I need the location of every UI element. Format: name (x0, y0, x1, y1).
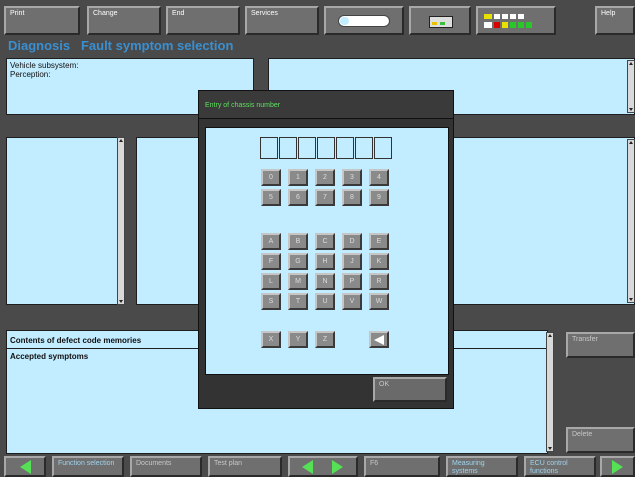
ok-label: OK (379, 381, 390, 388)
dialog-body: 01234 56789 ABCDE FGHJK LMNPR STUVW XYZ (205, 127, 449, 375)
key-x[interactable]: X (261, 331, 281, 348)
key-u[interactable]: U (315, 293, 335, 310)
page-next-icon (332, 460, 343, 474)
key-d[interactable]: D (342, 233, 362, 250)
signal-status-button[interactable] (476, 6, 556, 35)
key-3[interactable]: 3 (342, 169, 362, 186)
page-title: Diagnosis Fault symptom selection (8, 38, 234, 53)
key-f[interactable]: F (261, 253, 281, 270)
transfer-label: Transfer (572, 336, 598, 343)
delete-label: Delete (572, 431, 593, 438)
key-p[interactable]: P (342, 273, 362, 290)
test-plan-label: Test plan (214, 460, 243, 467)
f6-label: F6 (370, 460, 379, 467)
key-j[interactable]: J (342, 253, 362, 270)
end-label: End (172, 10, 185, 17)
key-c[interactable]: C (315, 233, 335, 250)
ecu-control-label: ECU control functions (530, 460, 568, 475)
device-icon (429, 16, 453, 28)
connection-status-button[interactable] (324, 6, 404, 35)
documents-button[interactable]: Documents (130, 456, 202, 477)
forward-button[interactable] (600, 456, 635, 477)
key-r[interactable]: R (369, 273, 389, 290)
documents-label: Documents (136, 460, 172, 467)
key-e[interactable]: E (369, 233, 389, 250)
key-7[interactable]: 7 (315, 189, 335, 206)
chassis-digit-slot (260, 137, 278, 159)
test-plan-button[interactable]: Test plan (208, 456, 282, 477)
arrow-right-icon (612, 460, 623, 474)
page-nav-button[interactable] (288, 456, 358, 477)
ok-button[interactable]: OK (373, 377, 447, 402)
services-button[interactable]: Services (245, 6, 319, 35)
key-0[interactable]: 0 (261, 169, 281, 186)
subsystem-list-scrollbar[interactable] (117, 137, 125, 305)
dialog-title: Entry of chassis number (205, 102, 281, 109)
key-2[interactable]: 2 (315, 169, 335, 186)
services-label: Services (251, 10, 278, 17)
key-m[interactable]: M (288, 273, 308, 290)
backspace-icon (374, 335, 384, 345)
key-n[interactable]: N (315, 273, 335, 290)
arrow-left-icon (20, 460, 31, 474)
key-l[interactable]: L (261, 273, 281, 290)
chassis-digit-slot (374, 137, 392, 159)
key-a[interactable]: A (261, 233, 281, 250)
perception-label: Perception: (10, 70, 51, 79)
key-g[interactable]: G (288, 253, 308, 270)
transfer-button[interactable]: Transfer (566, 332, 635, 358)
key-v[interactable]: V (342, 293, 362, 310)
ecu-control-button[interactable]: ECU control functions (524, 456, 596, 477)
key-6[interactable]: 6 (288, 189, 308, 206)
dialog-title-bar: Entry of chassis number (199, 91, 453, 119)
chassis-digit-slot (298, 137, 316, 159)
key-5[interactable]: 5 (261, 189, 281, 206)
measuring-systems-button[interactable]: Measuring systems (446, 456, 518, 477)
help-label: Help (601, 10, 616, 17)
chassis-digit-slot (336, 137, 354, 159)
device-button[interactable] (409, 6, 471, 35)
function-selection-button[interactable]: Function selection (52, 456, 124, 477)
key-9[interactable]: 9 (369, 189, 389, 206)
key-8[interactable]: 8 (342, 189, 362, 206)
defect-memory-heading: Contents of defect code memories (10, 336, 142, 345)
signal-bars-icon (484, 13, 552, 31)
back-button[interactable] (4, 456, 46, 477)
chassis-digit-slot (355, 137, 373, 159)
measuring-systems-label: Measuring systems (452, 460, 485, 475)
key-z[interactable]: Z (315, 331, 335, 348)
subsystem-list-panel (6, 137, 118, 305)
function-selection-label: Function selection (58, 460, 115, 467)
memory-scrollbar[interactable] (546, 332, 554, 452)
key-h[interactable]: H (315, 253, 335, 270)
key-s[interactable]: S (261, 293, 281, 310)
key-w[interactable]: W (369, 293, 389, 310)
print-button[interactable]: Print (4, 6, 80, 35)
key-t[interactable]: T (288, 293, 308, 310)
info-scrollbar[interactable] (627, 60, 635, 113)
key-4[interactable]: 4 (369, 169, 389, 186)
key-y[interactable]: Y (288, 331, 308, 348)
backspace-key[interactable] (369, 331, 389, 348)
delete-button[interactable]: Delete (566, 427, 635, 453)
chassis-digit-slot (317, 137, 335, 159)
accepted-symptoms-heading: Accepted symptoms (10, 352, 89, 361)
symptom-list-scrollbar[interactable] (627, 139, 635, 303)
chassis-digit-slot (279, 137, 297, 159)
end-button[interactable]: End (166, 6, 240, 35)
f6-button[interactable]: F6 (364, 456, 440, 477)
key-b[interactable]: B (288, 233, 308, 250)
help-button[interactable]: Help (595, 6, 635, 35)
print-label: Print (10, 10, 25, 17)
status-pill-icon (338, 15, 390, 27)
change-button[interactable]: Change (87, 6, 161, 35)
key-k[interactable]: K (369, 253, 389, 270)
change-label: Change (93, 10, 118, 17)
chassis-number-dialog: Entry of chassis number 01234 56789 ABCDE F… (198, 90, 454, 409)
page-prev-icon (302, 460, 313, 474)
vehicle-subsystem-label: Vehicle subsystem: (10, 61, 79, 70)
key-1[interactable]: 1 (288, 169, 308, 186)
